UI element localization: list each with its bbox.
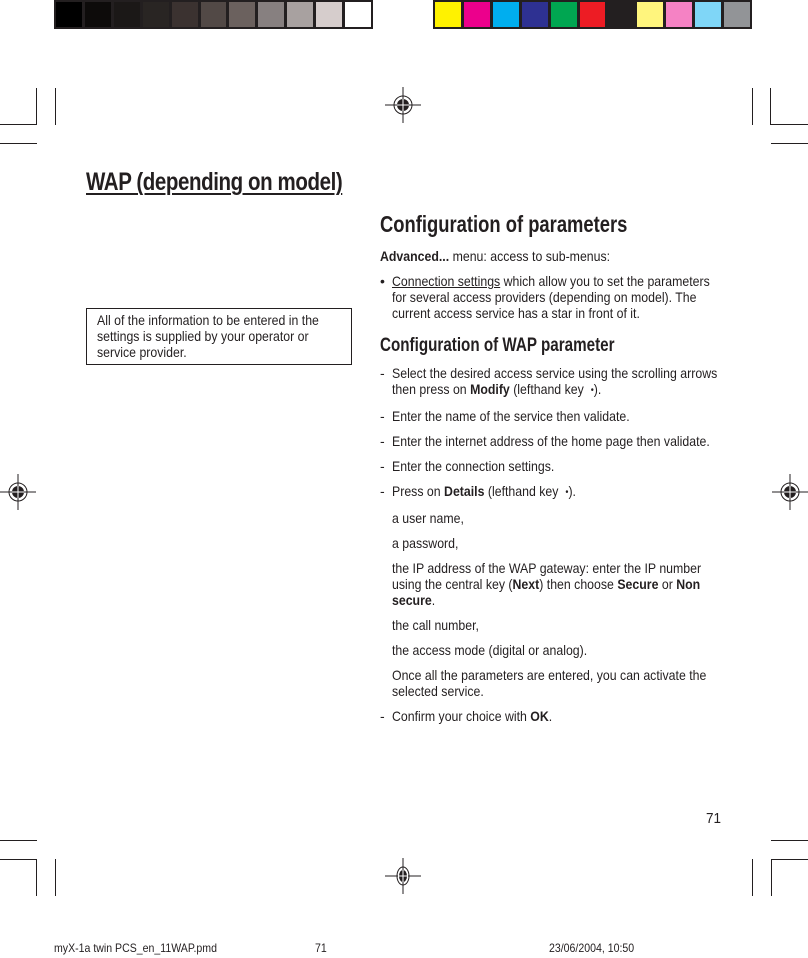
detail-user-name: a user name, (392, 510, 464, 526)
process-swatch-4 (521, 2, 548, 27)
grayscale-swatch-10 (316, 2, 343, 27)
process-swatch-8 (637, 2, 664, 27)
crop-mark (0, 840, 37, 841)
process-swatch-1 (435, 2, 461, 27)
footer-datetime: 23/06/2004, 10:50 (549, 941, 635, 955)
footer-page: 71 (315, 941, 327, 955)
section-title: WAP (depending on model) (86, 168, 343, 196)
grayscale-swatch-8 (258, 2, 285, 27)
process-swatch-9 (666, 2, 693, 27)
process-color-bar (433, 0, 752, 29)
crop-mark (770, 88, 771, 125)
grayscale-swatch-4 (142, 2, 169, 27)
process-swatch-5 (550, 2, 577, 27)
bullet-icon: • (380, 273, 385, 289)
crop-mark (36, 88, 37, 125)
grayscale-swatch-3 (113, 2, 140, 27)
crop-mark (36, 859, 37, 896)
step-enter-connection-settings: - Enter the connection settings. (380, 458, 555, 474)
crop-mark (752, 88, 753, 125)
connection-settings-link[interactable]: Connection settings (392, 273, 500, 289)
detail-call-number: the call number, (392, 617, 479, 633)
grayscale-swatch-2 (84, 2, 111, 27)
detail-password: a password, (392, 535, 459, 551)
detail-once-entered: Once all the parameters are entered, you… (392, 667, 707, 699)
main-content: Configuration of parameters Advanced... … (380, 210, 725, 733)
detail-access-mode: the access mode (digital or analog). (392, 642, 588, 658)
crop-mark (771, 859, 772, 896)
process-swatch-7 (608, 2, 635, 27)
secure-option-label: Secure (617, 576, 659, 592)
grayscale-swatch-1 (56, 2, 82, 27)
step-enter-name: - Enter the name of the service then val… (380, 408, 630, 424)
heading-configuration-of-parameters: Configuration of parameters (380, 211, 628, 237)
process-swatch-6 (579, 2, 606, 27)
process-swatch-2 (463, 2, 490, 27)
crop-mark (772, 859, 808, 860)
ok-key-label: OK (530, 708, 549, 724)
grayscale-swatch-6 (200, 2, 227, 27)
grayscale-swatch-5 (171, 2, 198, 27)
registration-mark-icon (385, 858, 421, 894)
step-enter-address: - Enter the internet address of the home… (380, 433, 710, 449)
grayscale-swatch-11 (345, 2, 371, 27)
registration-mark-icon (772, 474, 808, 510)
crop-mark (771, 143, 808, 144)
process-swatch-10 (695, 2, 722, 27)
crop-mark (752, 859, 753, 896)
bullet-connection-settings: • Connection settings which allow you to… (380, 273, 710, 321)
detail-ip-address: the IP address of the WAP gateway: enter… (392, 560, 702, 608)
crop-mark (771, 124, 808, 125)
process-swatch-3 (492, 2, 519, 27)
crop-mark (0, 124, 37, 125)
next-key-label: Next (512, 576, 540, 592)
heading-configuration-of-wap-parameter: Configuration of WAP parameter (380, 335, 615, 356)
step-press-details: - Press on Details (lefthand key •). (380, 483, 576, 499)
info-note-box: All of the information to be entered in … (86, 308, 352, 365)
process-swatch-11 (724, 2, 750, 27)
step-confirm: - Confirm your choice with OK. (380, 708, 553, 724)
details-key-label: Details (444, 483, 485, 499)
intro-paragraph: Advanced... menu: access to sub-menus: (380, 248, 611, 264)
crop-mark (55, 88, 56, 125)
crop-mark (55, 859, 56, 896)
registration-mark-icon (385, 87, 421, 123)
step-select-service: - Select the desired access service usin… (380, 365, 718, 397)
crop-mark (0, 859, 36, 860)
modify-key-label: Modify (470, 381, 510, 397)
footer-filename: myX-1a twin PCS_en_11WAP.pmd (54, 941, 217, 955)
advanced-menu-label: Advanced... (380, 248, 450, 264)
grayscale-swatch-9 (287, 2, 314, 27)
page-number: 71 (706, 810, 722, 827)
crop-mark (771, 840, 808, 841)
info-note-text: All of the information to be entered in … (97, 312, 319, 360)
grayscale-swatch-7 (229, 2, 256, 27)
grayscale-color-bar (54, 0, 373, 29)
crop-mark (0, 143, 37, 144)
registration-mark-icon (0, 474, 36, 510)
